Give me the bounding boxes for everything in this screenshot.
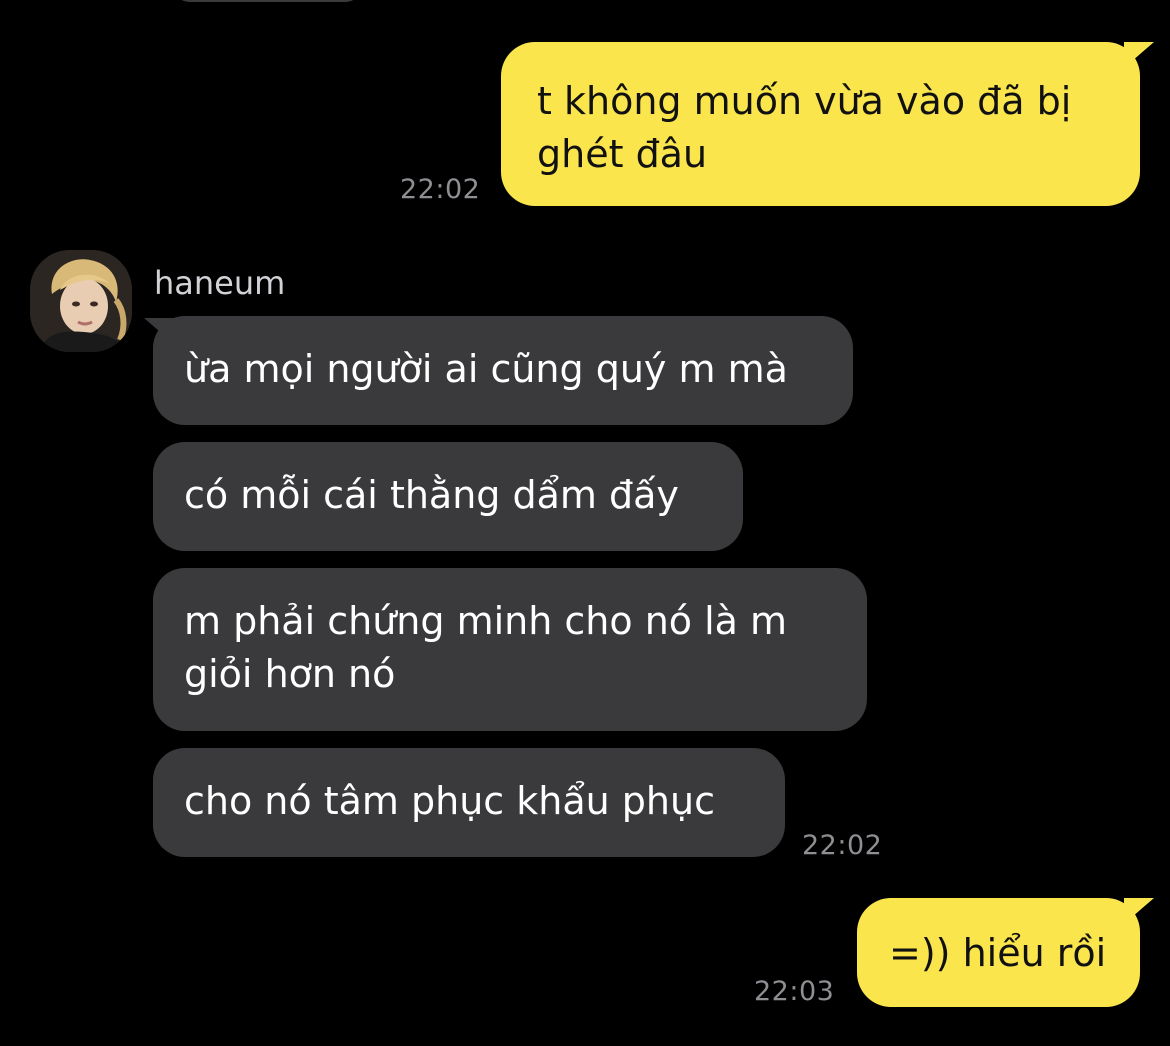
outgoing-bubble-tail bbox=[1124, 42, 1154, 68]
sender-name: haneum bbox=[154, 264, 286, 302]
outgoing-message-bubble[interactable]: =)) hiểu rồi bbox=[857, 898, 1140, 1007]
message-timestamp: 22:02 bbox=[400, 174, 481, 205]
incoming-message-bubble[interactable]: có mỗi cái thằng dẩm đấy bbox=[153, 442, 743, 551]
outgoing-message-bubble[interactable]: t không muốn vừa vào đã bị ghét đâu bbox=[501, 42, 1140, 206]
previous-message-bubble-edge bbox=[175, 0, 360, 2]
outgoing-bubble-tail bbox=[1124, 898, 1154, 924]
incoming-message-bubble[interactable]: ừa mọi người ai cũng quý m mà bbox=[153, 316, 853, 425]
message-timestamp: 22:02 bbox=[802, 830, 883, 861]
incoming-message-bubble[interactable]: m phải chứng minh cho nó là m giỏi hơn n… bbox=[153, 568, 867, 731]
incoming-message-bubble[interactable]: cho nó tâm phục khẩu phục bbox=[153, 748, 785, 857]
sender-avatar[interactable] bbox=[30, 250, 132, 352]
profile-photo-icon bbox=[30, 250, 132, 352]
message-timestamp: 22:03 bbox=[754, 976, 835, 1007]
